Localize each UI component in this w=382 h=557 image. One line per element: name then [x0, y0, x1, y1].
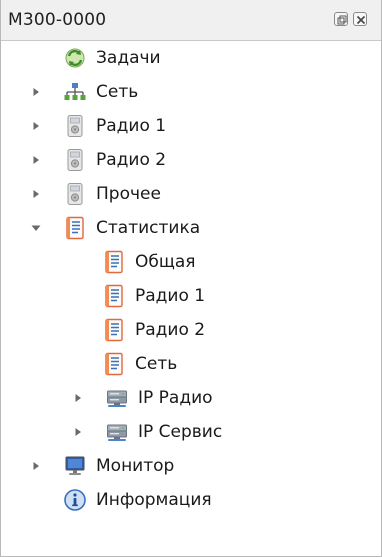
tree-item[interactable]: Статистика: [1, 211, 381, 245]
statistics-icon: [102, 352, 126, 376]
expand-arrow-right-icon[interactable]: [71, 424, 85, 438]
statistics-icon: [102, 318, 126, 342]
radio-device-icon: [63, 182, 87, 206]
tree-item-label: IP Сервис: [138, 422, 223, 442]
radio-device-icon: [63, 148, 87, 172]
expand-arrow-right-icon[interactable]: [29, 186, 43, 200]
tree-item[interactable]: Радио 1: [1, 279, 381, 313]
expand-arrow-right-icon[interactable]: [29, 118, 43, 132]
panel-title: M300-0000: [8, 10, 107, 30]
tree-item-label: Монитор: [96, 456, 175, 476]
tree-item[interactable]: Сеть: [1, 347, 381, 381]
statistics-icon: [102, 250, 126, 274]
tree-item-label: Сеть: [96, 82, 139, 102]
tree-item-label: Радио 1: [135, 286, 206, 306]
statistics-icon: [102, 284, 126, 308]
tree-item-label: Задачи: [96, 48, 161, 68]
expand-arrow-down-icon[interactable]: [29, 220, 43, 234]
tree-item[interactable]: Радио 1: [1, 109, 381, 143]
info-icon: [63, 488, 87, 512]
tree-item[interactable]: Задачи: [1, 41, 381, 75]
tree-item-label: Сеть: [135, 354, 178, 374]
expand-arrow-right-icon[interactable]: [29, 458, 43, 472]
close-icon[interactable]: [353, 12, 367, 26]
tree-item-label: IP Радио: [138, 388, 213, 408]
tree-item[interactable]: Радио 2: [1, 313, 381, 347]
tree-item[interactable]: Общая: [1, 245, 381, 279]
expand-arrow-right-icon[interactable]: [29, 84, 43, 98]
tasks-icon: [63, 46, 87, 70]
device-tree-panel: M300-0000 Задачи Сеть Радио 1 Радио 2 Прочее…: [0, 0, 382, 557]
tree-item-label: Общая: [135, 252, 196, 272]
tree-item-label: Информация: [96, 490, 212, 510]
network-icon: [63, 80, 87, 104]
panel-title-bar: M300-0000: [1, 0, 381, 41]
tree-item-label: Радио 2: [135, 320, 206, 340]
expand-arrow-right-icon[interactable]: [29, 152, 43, 166]
monitor-icon: [63, 454, 87, 478]
expand-arrow-right-icon[interactable]: [71, 390, 85, 404]
tree-item-label: Статистика: [96, 218, 201, 238]
tree-item[interactable]: Прочее: [1, 177, 381, 211]
tree-item[interactable]: IP Радио: [1, 381, 381, 415]
tree-item[interactable]: IP Сервис: [1, 415, 381, 449]
tree-item[interactable]: Сеть: [1, 75, 381, 109]
server-icon: [105, 420, 129, 444]
tree-item[interactable]: Радио 2: [1, 143, 381, 177]
tree-item-label: Радио 1: [96, 116, 167, 136]
tree-item[interactable]: Монитор: [1, 449, 381, 483]
tree-item-label: Прочее: [96, 184, 161, 204]
tree-item-label: Радио 2: [96, 150, 167, 170]
server-icon: [105, 386, 129, 410]
statistics-icon: [63, 216, 87, 240]
radio-device-icon: [63, 114, 87, 138]
tree-item[interactable]: Информация: [1, 483, 381, 517]
float-window-icon[interactable]: [334, 12, 348, 26]
